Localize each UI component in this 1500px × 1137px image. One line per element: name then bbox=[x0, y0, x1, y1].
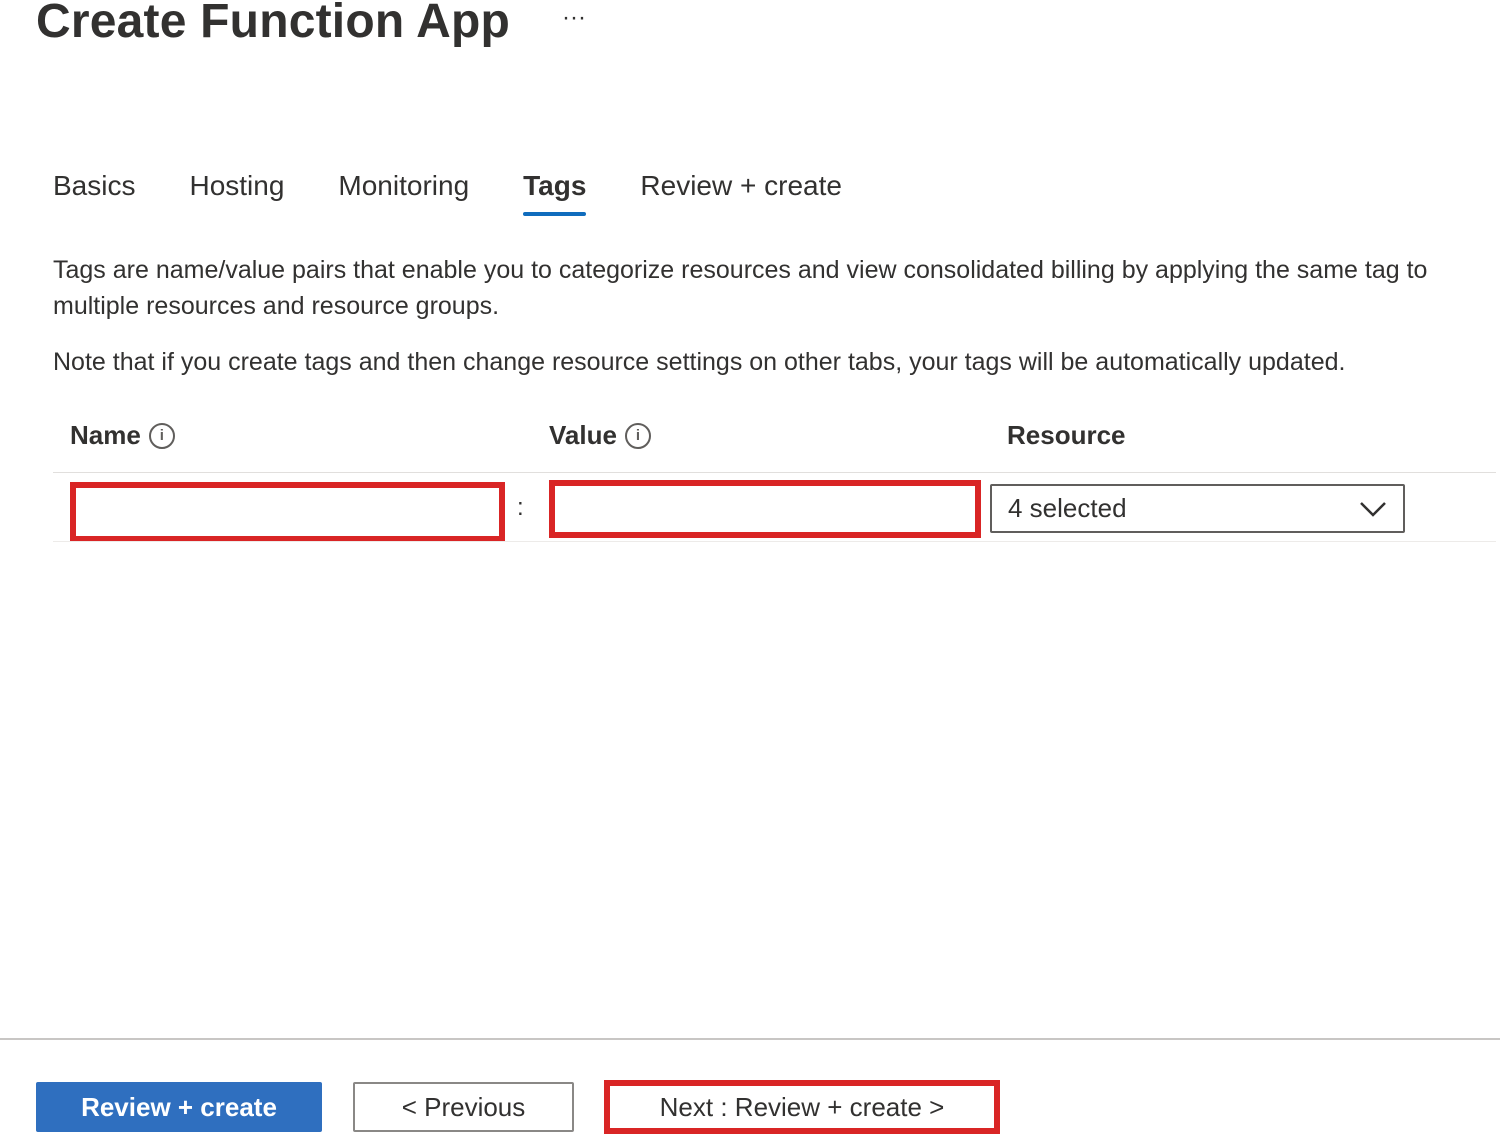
column-header-name-label: Name bbox=[70, 420, 141, 450]
review-create-button[interactable]: Review + create bbox=[36, 1082, 322, 1132]
tab-review-create[interactable]: Review + create bbox=[640, 170, 842, 216]
tags-description: Tags are name/value pairs that enable yo… bbox=[53, 256, 1428, 320]
create-function-app-page: Create Function App ··· Basics Hosting M… bbox=[0, 0, 1500, 1137]
tag-name-input[interactable] bbox=[70, 482, 505, 542]
title-row: Create Function App ··· bbox=[36, 0, 586, 49]
resource-select-value: 4 selected bbox=[1008, 493, 1127, 523]
tags-note: Note that if you create tags and then ch… bbox=[53, 348, 1346, 376]
tab-bar: Basics Hosting Monitoring Tags Review + … bbox=[53, 170, 896, 216]
grid-divider bbox=[53, 541, 1496, 542]
tab-basics[interactable]: Basics bbox=[53, 170, 135, 216]
chevron-down-icon bbox=[1359, 500, 1387, 518]
name-value-separator: : bbox=[517, 494, 524, 521]
grid-divider bbox=[53, 472, 1496, 473]
resource-select[interactable]: 4 selected bbox=[990, 484, 1405, 533]
info-icon[interactable]: i bbox=[624, 422, 651, 449]
column-header-value: Value i bbox=[549, 420, 651, 451]
page-title: Create Function App bbox=[36, 0, 511, 48]
tab-tags[interactable]: Tags bbox=[523, 170, 587, 216]
footer-divider bbox=[0, 1038, 1500, 1040]
column-header-value-label: Value bbox=[549, 420, 617, 450]
tab-monitoring[interactable]: Monitoring bbox=[338, 170, 469, 216]
column-header-resource: Resource bbox=[1007, 420, 1126, 451]
next-review-create-button[interactable]: Next : Review + create > bbox=[604, 1080, 1000, 1134]
tag-value-input[interactable] bbox=[549, 480, 981, 538]
info-icon[interactable]: i bbox=[148, 422, 175, 449]
more-options-button[interactable]: ··· bbox=[562, 5, 586, 30]
column-header-name: Name i bbox=[70, 420, 175, 451]
column-header-resource-label: Resource bbox=[1007, 420, 1126, 450]
previous-button[interactable]: < Previous bbox=[353, 1082, 574, 1132]
tab-hosting[interactable]: Hosting bbox=[189, 170, 284, 216]
